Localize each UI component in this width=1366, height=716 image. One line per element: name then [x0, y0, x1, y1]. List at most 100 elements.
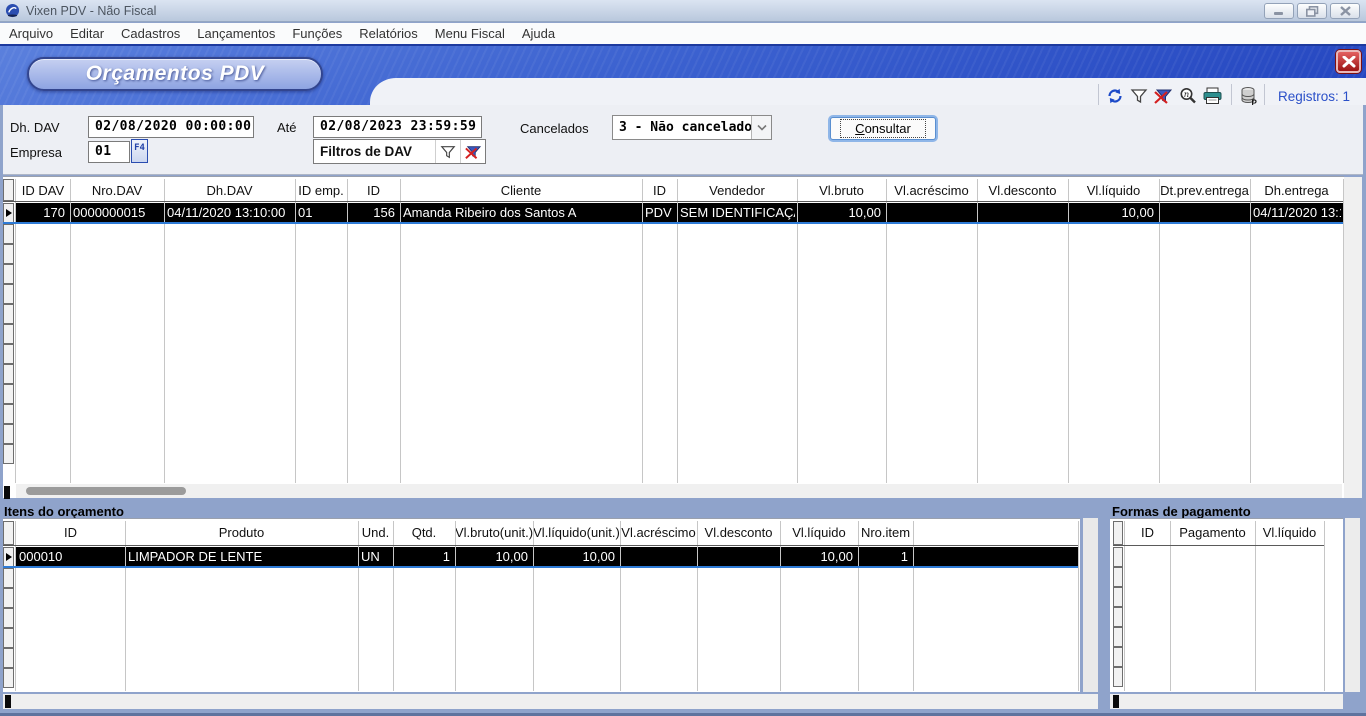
grid-column-line: [697, 521, 698, 691]
cell: 10,00: [533, 547, 618, 566]
empresa-input[interactable]: 01: [88, 141, 130, 163]
itens-hscrollbar[interactable]: [3, 694, 1098, 709]
column-header[interactable]: Dt.prev.entrega: [1159, 179, 1250, 201]
dh-dav-input[interactable]: 02/08/2020 00:00:00: [88, 116, 254, 138]
dh-dav-label: Dh. DAV: [10, 120, 60, 135]
column-header[interactable]: Vendedor: [677, 179, 797, 201]
column-header[interactable]: Vl.líquido: [780, 521, 858, 545]
itens-grid: IDProdutoUnd.Qtd.Vl.bruto(unit.)Vl.líqui…: [3, 518, 1080, 692]
menu-funcoes[interactable]: Funções: [292, 26, 342, 41]
filter-button[interactable]: [1128, 85, 1150, 107]
menu-editar[interactable]: Editar: [70, 26, 104, 41]
cancelados-value: 3 - Não cancelados: [613, 120, 751, 135]
column-header[interactable]: Dh.entrega: [1250, 179, 1343, 201]
gutter-cell: [3, 588, 14, 608]
column-header[interactable]: Vl.líquido: [1068, 179, 1159, 201]
column-header[interactable]: Vl.bruto(unit.): [455, 521, 533, 545]
clear-filter-button[interactable]: [1152, 85, 1174, 107]
column-header[interactable]: Vl.líquido(unit.): [533, 521, 620, 545]
column-header[interactable]: Qtd.: [393, 521, 455, 545]
column-header[interactable]: Vl.líquido: [1255, 521, 1324, 545]
cell: 10,00: [455, 547, 531, 566]
menu-ajuda[interactable]: Ajuda: [522, 26, 555, 41]
menubar: Arquivo Editar Cadastros Lançamentos Fun…: [0, 23, 1366, 44]
column-header[interactable]: ID: [16, 521, 125, 545]
column-header[interactable]: Vl.bruto: [797, 179, 886, 201]
consultar-label: Consultar: [840, 119, 926, 138]
column-header[interactable]: Nro.item: [858, 521, 913, 545]
close-button[interactable]: [1336, 50, 1361, 73]
itens-vscrollbar[interactable]: [1083, 518, 1098, 692]
ate-input[interactable]: 02/08/2023 23:59:59: [313, 116, 482, 138]
cancelados-dropdown-button[interactable]: [751, 116, 771, 139]
column-header[interactable]: Dh.DAV: [164, 179, 295, 201]
export-data-icon: P: [1240, 86, 1258, 106]
gutter-cell: [3, 444, 14, 464]
column-header[interactable]: Nro.DAV: [70, 179, 164, 201]
column-header[interactable]: Vl.acréscimo: [886, 179, 977, 201]
menu-lancamentos[interactable]: Lançamentos: [197, 26, 275, 41]
column-header[interactable]: ID: [347, 179, 400, 201]
column-header[interactable]: ID emp.: [295, 179, 347, 201]
page-title: Orçamentos PDV: [27, 57, 323, 91]
app-window: Vixen PDV - Não Fiscal Arquivo Editar Ca…: [0, 0, 1366, 716]
column-header[interactable]: ID DAV: [16, 179, 70, 201]
grid-column-line: [347, 179, 348, 483]
window-close-button[interactable]: [1330, 3, 1360, 19]
menu-relatorios[interactable]: Relatórios: [359, 26, 418, 41]
zoom-button[interactable]: n: [1177, 85, 1199, 107]
gutter-cell: [3, 608, 14, 628]
grid-column-line: [642, 179, 643, 483]
gutter-cell: [3, 244, 14, 264]
restore-button[interactable]: [1297, 3, 1327, 19]
itens-hscroll-thumb[interactable]: [5, 695, 11, 708]
refresh-button[interactable]: [1104, 85, 1126, 107]
clear-filter-icon: [464, 144, 482, 160]
cancelados-select[interactable]: 3 - Não cancelados: [612, 115, 772, 140]
main-grid-vscrollbar[interactable]: [1344, 177, 1362, 498]
cell: 1: [393, 547, 453, 566]
filtros-dav-label: Filtros de DAV: [314, 144, 435, 159]
gutter-cell: [3, 324, 14, 344]
column-header[interactable]: Cliente: [400, 179, 642, 201]
formas-hscroll-thumb[interactable]: [1113, 695, 1119, 708]
chevron-down-icon: [757, 124, 767, 131]
column-header[interactable]: Vl.acréscimo: [620, 521, 697, 545]
close-icon: [1342, 56, 1356, 68]
column-header[interactable]: ID: [1125, 521, 1170, 545]
empresa-lookup-button[interactable]: F4: [131, 139, 148, 163]
cell: 1: [858, 547, 911, 566]
main-grid-hscroll-thumb[interactable]: [26, 487, 186, 495]
minimize-button[interactable]: [1264, 3, 1294, 19]
clear-filter-icon: [1153, 87, 1173, 105]
grid-column-line: [1250, 179, 1251, 483]
menu-arquivo[interactable]: Arquivo: [9, 26, 53, 41]
export-data-button[interactable]: P: [1238, 85, 1260, 107]
column-header[interactable]: [913, 521, 1078, 545]
grid-column-line: [1324, 521, 1325, 691]
filtros-dav-clear-button[interactable]: [460, 140, 485, 163]
column-header[interactable]: Pagamento: [1170, 521, 1255, 545]
grid-column-line: [1078, 521, 1079, 691]
main-grid-hscrollbar[interactable]: [16, 484, 1342, 498]
print-button[interactable]: [1201, 85, 1223, 107]
gutter-cell: [3, 264, 14, 284]
consultar-button[interactable]: Consultar: [830, 117, 936, 140]
menu-cadastros[interactable]: Cadastros: [121, 26, 180, 41]
column-header[interactable]: Vl.desconto: [977, 179, 1068, 201]
column-header[interactable]: ID: [642, 179, 677, 201]
filtros-dav-filter-button[interactable]: [435, 140, 460, 163]
grid-column-line: [70, 179, 71, 483]
grid-column-line: [15, 179, 16, 483]
column-header[interactable]: Vl.desconto: [697, 521, 780, 545]
grid-column-line: [15, 521, 16, 691]
formas-vscrollbar[interactable]: [1345, 518, 1360, 692]
selected-row-rule: [3, 566, 1078, 568]
column-header[interactable]: Produto: [125, 521, 358, 545]
column-header[interactable]: Und.: [358, 521, 393, 545]
formas-hscrollbar[interactable]: [1110, 694, 1343, 709]
formas-grid: IDPagamentoVl.líquido: [1110, 518, 1343, 692]
selected-row-rule: [3, 222, 1343, 224]
cell: [1159, 203, 1248, 222]
menu-menu-fiscal[interactable]: Menu Fiscal: [435, 26, 505, 41]
